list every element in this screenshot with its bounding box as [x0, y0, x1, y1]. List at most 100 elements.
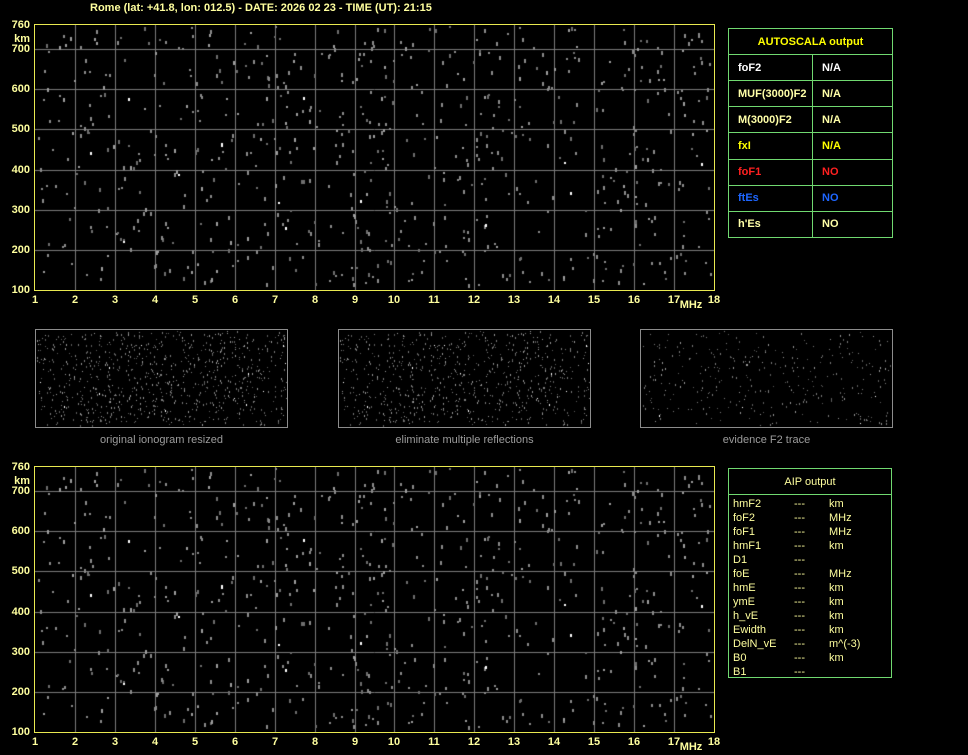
param-unit: km: [829, 610, 844, 622]
y-tick-label: 200: [11, 686, 30, 698]
y-tick-label: 300: [11, 204, 30, 216]
x-tick-label: 5: [191, 294, 199, 306]
table-row: B1 ---: [729, 665, 891, 679]
table-row: hmE --- km: [729, 581, 891, 595]
x-tick-label: 6: [231, 294, 239, 306]
param-label: D1: [733, 554, 748, 566]
panel-canvas-eliminate-reflections: [339, 330, 590, 427]
param-label: foF1: [729, 159, 813, 185]
x-tick-label: 2: [71, 294, 79, 306]
x-tick-label: 5: [191, 736, 199, 748]
ionogram-canvas-top: [35, 25, 714, 290]
panel-canvas-original-ionogram: [36, 330, 287, 427]
x-tick-label: 4: [151, 294, 159, 306]
y-tick-label: 700: [11, 485, 30, 497]
y-tick-label: 500: [11, 565, 30, 577]
ionogram-canvas-bottom: [35, 467, 714, 732]
param-label: h'Es: [729, 211, 813, 237]
param-value: ---: [794, 652, 805, 664]
table-row: ftEs NO: [729, 185, 892, 212]
param-unit: MHz: [829, 526, 852, 538]
panel-caption-original-ionogram: original ionogram resized: [100, 434, 223, 446]
param-value: ---: [794, 624, 805, 636]
param-label: foF2: [729, 55, 813, 81]
param-value: N/A: [822, 61, 841, 74]
param-unit: [829, 665, 891, 679]
x-tick-label: 7: [271, 294, 279, 306]
x-tick-label: 13: [507, 736, 521, 748]
table-row: DelN_vE --- m^(-3): [729, 637, 891, 651]
x-tick-label: 8: [311, 294, 319, 306]
y-tick-label: 200: [11, 244, 30, 256]
param-label: MUF(3000)F2: [729, 81, 813, 107]
param-value: ---: [794, 498, 805, 510]
y-tick-label: 600: [11, 525, 30, 537]
param-value: ---: [794, 596, 805, 608]
param-value: ---: [794, 610, 805, 622]
param-unit: MHz: [829, 512, 852, 524]
param-value: NO: [822, 166, 839, 179]
x-tick-label: 8: [311, 736, 319, 748]
param-value: ---: [794, 582, 805, 594]
param-unit: km: [829, 652, 844, 664]
table-row: D1 ---: [729, 553, 891, 567]
aip-output-table: AIP output hmF2 --- km foF2 --- MHz foF1 --- MHz…: [728, 468, 892, 678]
table-row: M(3000)F2 N/A: [729, 107, 892, 134]
x-tick-label: 11: [428, 736, 440, 748]
autoscala-output-table: AUTOSCALA output foF2 N/A MUF(3000)F2 N/A M(…: [728, 28, 893, 238]
x-tick-label: 12: [467, 294, 481, 306]
param-label: M(3000)F2: [729, 107, 813, 133]
x-tick-label: 2: [71, 736, 79, 748]
param-unit: km: [829, 596, 844, 608]
param-value: ---: [794, 540, 805, 552]
param-label: h_vE: [733, 610, 759, 622]
page-title: Rome (lat: +41.8, lon: 012.5) - DATE: 20…: [90, 2, 432, 14]
param-value: ---: [794, 512, 805, 524]
param-unit: km: [829, 540, 844, 552]
y-tick-label: 400: [11, 606, 30, 618]
x-tick-label: 3: [111, 294, 119, 306]
panel-caption-eliminate-reflections: eliminate multiple reflections: [395, 434, 534, 446]
x-tick-label: 9: [351, 294, 359, 306]
table-row: ymE --- km: [729, 595, 891, 609]
param-unit: km: [829, 624, 844, 636]
x-tick-label: 6: [231, 736, 239, 748]
panel-evidence-f2-trace: [640, 329, 893, 428]
x-tick-label: 15: [587, 736, 601, 748]
y-tick-label: 760: [11, 461, 30, 473]
x-tick-label: 10: [387, 736, 401, 748]
x-tick-label: 18: [707, 294, 721, 306]
param-value: NO: [822, 192, 839, 205]
x-tick-label: 1: [31, 294, 39, 306]
table-row: foE --- MHz: [729, 567, 891, 581]
param-label: ymE: [733, 596, 755, 608]
x-axis-unit-label: MHz: [679, 741, 703, 753]
x-tick-label: 7: [271, 736, 279, 748]
table-row: hmF1 --- km: [729, 539, 891, 553]
param-value: ---: [794, 666, 805, 678]
ionogram-plot-bottom: [34, 466, 715, 733]
autoscala-screen: Rome (lat: +41.8, lon: 012.5) - DATE: 20…: [0, 0, 968, 755]
x-tick-label: 4: [151, 736, 159, 748]
x-tick-label: 13: [507, 294, 521, 306]
y-tick-label: 600: [11, 83, 30, 95]
param-unit: MHz: [829, 568, 852, 580]
panel-caption-evidence-f2-trace: evidence F2 trace: [722, 434, 811, 446]
param-label: foE: [733, 568, 750, 580]
param-unit: km: [829, 582, 844, 594]
x-tick-label: 14: [547, 736, 561, 748]
y-tick-label: 400: [11, 164, 30, 176]
param-label: DelN_vE: [733, 638, 777, 650]
param-value: N/A: [822, 113, 841, 126]
x-tick-label: 10: [387, 294, 401, 306]
x-tick-label: 18: [707, 736, 721, 748]
table-row: h'Es NO: [729, 211, 892, 237]
autoscala-table-header: AUTOSCALA output: [729, 29, 892, 55]
table-row: Ewidth --- km: [729, 623, 891, 637]
x-tick-label: 11: [428, 294, 440, 306]
param-label: ftEs: [729, 185, 813, 211]
x-tick-label: 12: [467, 736, 481, 748]
table-row: B0 --- km: [729, 651, 891, 665]
y-tick-label: 700: [11, 43, 30, 55]
table-row: foF1 NO: [729, 159, 892, 186]
